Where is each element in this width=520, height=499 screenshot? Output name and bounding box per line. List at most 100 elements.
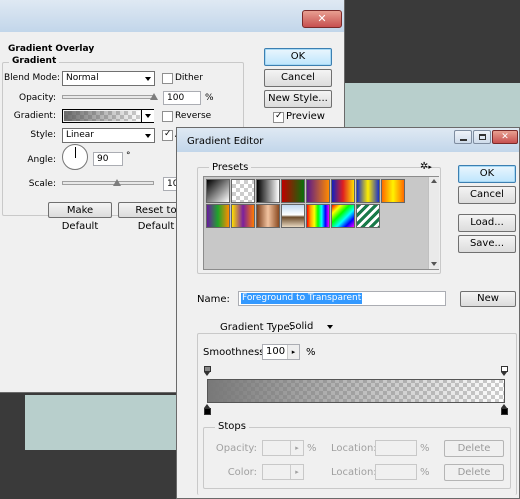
canvas-texture-lower [25, 395, 185, 450]
chevron-right-icon[interactable]: ▸ [290, 465, 303, 479]
close-button[interactable]: ✕ [492, 130, 518, 144]
smoothness-value: 100 [266, 346, 286, 357]
stops-label: Stops [215, 421, 249, 432]
layer-style-title-bar[interactable] [0, 0, 344, 32]
preview-checkbox[interactable]: ✓ [273, 111, 284, 123]
cancel-button[interactable]: Cancel [264, 69, 332, 87]
load-button[interactable]: Load... [458, 214, 516, 232]
scroll-up-icon[interactable] [431, 179, 437, 183]
delete-color-stop-button[interactable]: Delete [444, 464, 504, 481]
stop-opacity-input[interactable]: ▸ [262, 440, 304, 456]
name-input-value: Foreground to Transparent [241, 293, 363, 304]
blend-mode-value: Normal [66, 73, 99, 83]
stop-pointer-icon [501, 372, 507, 376]
dither-checkbox[interactable] [162, 73, 173, 84]
preset-swatch-transparent-rainbow[interactable] [331, 204, 355, 228]
gradient-bar[interactable] [207, 379, 505, 403]
stop-color-location-unit: % [420, 467, 430, 478]
preset-swatch-checker-black[interactable] [206, 179, 230, 203]
smoothness-input[interactable]: 100 ▸ [262, 344, 300, 360]
stop-location-label: Location: [331, 443, 377, 454]
preset-swatch-spectrum[interactable] [306, 204, 330, 228]
preset-swatch-violet-green-orange[interactable] [206, 204, 230, 228]
chevron-down-icon [327, 325, 333, 329]
color-stop-right[interactable] [501, 404, 508, 416]
chevron-down-icon [145, 77, 151, 81]
ok-button[interactable]: OK [264, 48, 332, 66]
presets-grid [203, 176, 439, 270]
preview-label: Preview [286, 111, 325, 122]
align-checkbox[interactable]: ✓ [162, 129, 173, 141]
preset-swatch-red-green[interactable] [281, 179, 305, 203]
cancel-button[interactable]: Cancel [458, 186, 516, 204]
preset-swatch-black-white[interactable] [256, 179, 280, 203]
maximize-button[interactable] [473, 130, 491, 144]
color-stop-icon [204, 408, 211, 415]
preset-swatch-yellow-violet-orange[interactable] [231, 204, 255, 228]
style-value: Linear [66, 130, 94, 140]
gradient-picker-button[interactable] [141, 110, 154, 122]
style-label: Style: [30, 130, 56, 140]
blend-mode-label: Blend Mode: [4, 73, 61, 83]
checkmark-icon: ✓ [164, 129, 172, 139]
smoothness-unit: % [306, 347, 316, 358]
stop-color-location-label: Location: [331, 467, 377, 478]
section-title: Gradient Overlay [8, 44, 95, 54]
make-default-button[interactable]: Make Default [48, 202, 112, 232]
color-stop-icon [501, 408, 508, 415]
chevron-right-icon: ▸ [428, 163, 432, 171]
save-button[interactable]: Save... [458, 235, 516, 253]
group-title: Gradient [9, 56, 60, 66]
close-icon: ✕ [317, 12, 327, 25]
angle-input[interactable]: 90 [93, 152, 123, 166]
opacity-stop-right[interactable] [501, 366, 508, 376]
gradient-type-label: Gradient Type: [217, 322, 297, 333]
scale-slider-thumb[interactable] [113, 179, 122, 186]
preset-swatch-orange-yellow-orange[interactable] [381, 179, 405, 203]
stop-color-location-input[interactable] [375, 464, 417, 480]
preset-swatch-checker-transparent[interactable] [231, 179, 255, 203]
style-select[interactable]: Linear [62, 128, 155, 143]
scale-slider[interactable] [62, 181, 154, 185]
new-style-button[interactable]: New Style... [264, 90, 332, 108]
opacity-stop-left[interactable] [204, 366, 211, 376]
new-button[interactable]: New [460, 291, 516, 307]
name-input[interactable]: Foreground to Transparent [238, 291, 446, 306]
stop-opacity-label: Opacity: [215, 443, 257, 454]
chevron-right-icon[interactable]: ▸ [290, 441, 303, 455]
color-stop-left[interactable] [204, 404, 211, 416]
minimize-button[interactable] [454, 130, 472, 144]
opacity-input[interactable]: 100 [163, 91, 201, 105]
ok-button[interactable]: OK [458, 165, 516, 183]
close-button[interactable]: ✕ [302, 10, 342, 28]
preset-swatch-chrome[interactable] [281, 204, 305, 228]
presets-menu-button[interactable]: ✲▸ [420, 161, 432, 172]
preset-swatch-copper[interactable] [256, 204, 280, 228]
delete-opacity-stop-button[interactable]: Delete [444, 440, 504, 457]
chevron-down-icon [145, 114, 151, 118]
presets-label: Presets [209, 162, 252, 173]
reverse-checkbox[interactable] [162, 111, 173, 122]
chevron-down-icon [145, 134, 151, 138]
gradient-type-select[interactable]: Solid [286, 320, 336, 335]
angle-dial[interactable] [62, 144, 88, 170]
reverse-label: Reverse [175, 111, 212, 121]
blend-mode-select[interactable]: Normal [62, 71, 155, 86]
chevron-right-icon[interactable]: ▸ [287, 345, 299, 359]
preset-swatch-blue-red-yellow[interactable] [331, 179, 355, 203]
stop-color-swatch[interactable]: ▸ [262, 464, 304, 480]
scroll-down-icon[interactable] [431, 262, 437, 266]
stop-location-input[interactable] [375, 440, 417, 456]
opacity-slider-thumb[interactable] [150, 93, 158, 100]
stop-location-unit: % [420, 443, 430, 454]
preset-swatch-blue-yellow-blue[interactable] [356, 179, 380, 203]
preset-swatch-transparent-stripes[interactable] [356, 204, 380, 228]
stop-pointer-icon [204, 372, 210, 376]
angle-label: Angle: [27, 155, 56, 165]
angle-unit: ° [126, 151, 131, 161]
presets-scrollbar[interactable] [428, 177, 439, 269]
opacity-slider[interactable] [62, 95, 154, 99]
preset-swatch-violet-orange[interactable] [306, 179, 330, 203]
smoothness-label: Smoothness: [203, 347, 268, 358]
gradient-preview-picker[interactable] [62, 109, 154, 123]
